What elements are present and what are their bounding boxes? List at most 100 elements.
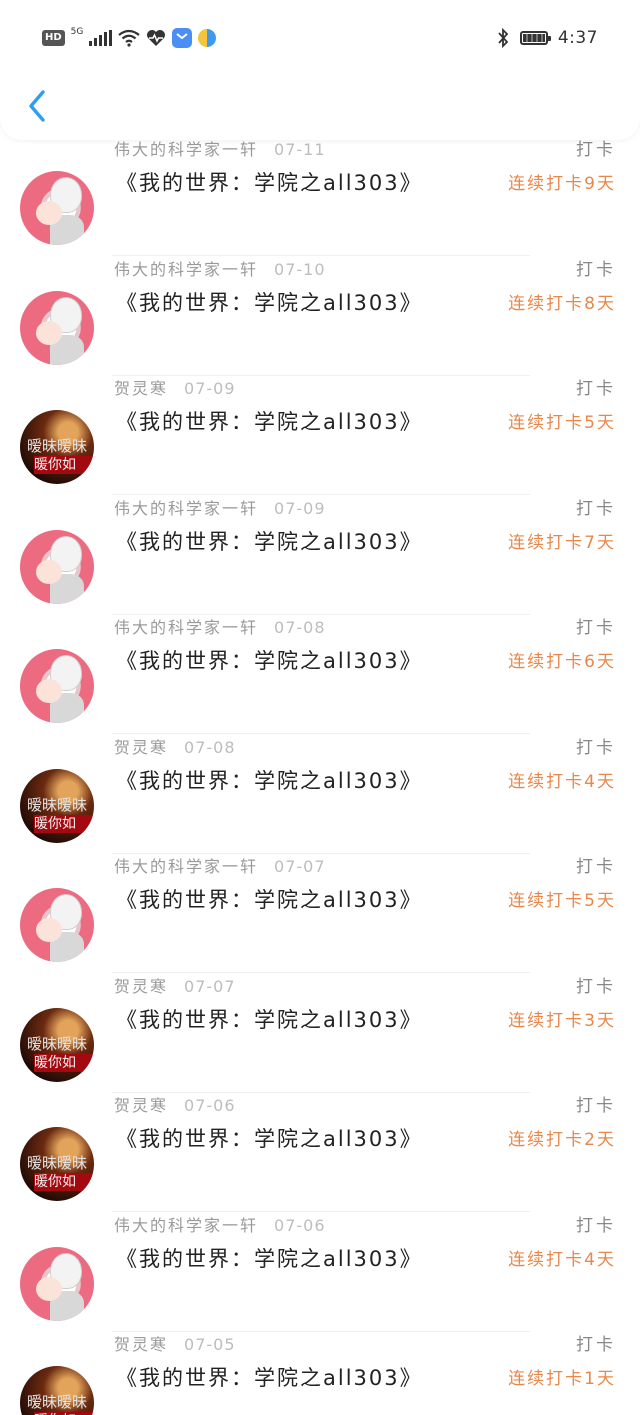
book-title[interactable]: 《我的世界：学院之all303》 xyxy=(116,1363,423,1393)
list-item[interactable]: 暧昧暧昧 暖你如 贺灵寒 07-08 《我的世界：学院之all303》 打卡 连续打卡4天 xyxy=(0,734,640,854)
avatar[interactable] xyxy=(20,291,94,365)
book-title[interactable]: 《我的世界：学院之all303》 xyxy=(116,766,423,796)
avatar[interactable] xyxy=(20,1247,94,1321)
checkin-date: 07-06 xyxy=(274,1216,326,1235)
checkin-list[interactable]: 伟大的科学家一轩 07-11 《我的世界：学院之all303》 打卡 连续打卡9天 伟大的… xyxy=(0,0,640,1415)
checkin-date: 07-06 xyxy=(184,1096,236,1115)
streak-count: 连续打卡9天 xyxy=(508,174,616,194)
user-name[interactable]: 贺灵寒 xyxy=(114,379,168,398)
avatar-figure xyxy=(36,321,62,345)
list-item[interactable]: 暧昧暧昧暖你如 贺灵寒 07-05 《我的世界：学院之all303》 打卡连续打卡1天 xyxy=(0,1331,640,1415)
bluetooth-icon xyxy=(498,28,509,48)
user-meta: 贺灵寒 07-05 xyxy=(114,1331,236,1359)
list-item[interactable]: 伟大的科学家一轩 07-09 《我的世界：学院之all303》 打卡 连续打卡7天 xyxy=(0,495,640,615)
streak-count: 连续打卡5天 xyxy=(508,891,616,911)
user-name[interactable]: 贺灵寒 xyxy=(114,977,168,996)
list-item[interactable]: 伟大的科学家一轩 07-06 《我的世界：学院之all303》 打卡连续打卡4天 xyxy=(0,1212,640,1332)
list-item[interactable]: 伟大的科学家一轩 07-08 《我的世界：学院之all303》 打卡连续打卡6天 xyxy=(0,614,640,734)
avatar-figure xyxy=(36,201,62,225)
checkin-date: 07-11 xyxy=(274,140,326,159)
user-name[interactable]: 伟大的科学家一轩 xyxy=(114,618,258,637)
health-icon xyxy=(147,30,166,46)
user-name[interactable]: 伟大的科学家一轩 xyxy=(114,260,258,279)
avatar-figure xyxy=(36,560,62,584)
status-time: 4:37 xyxy=(557,28,598,48)
avatar-text: 暧昧暧昧 xyxy=(26,437,87,455)
list-item[interactable]: 伟大的科学家一轩 07-07 《我的世界：学院之all303》 打卡连续打卡5天 xyxy=(0,853,640,973)
user-meta: 贺灵寒 07-07 xyxy=(114,973,236,1001)
list-item[interactable]: 暧昧暧昧 暖你如 贺灵寒 07-06 《我的世界：学院之all303》 打卡 连续打卡2天 xyxy=(0,1092,640,1212)
book-title[interactable]: 《我的世界：学院之all303》 xyxy=(116,288,423,318)
battery-icon xyxy=(519,31,551,45)
avatar-figure xyxy=(36,679,62,703)
user-meta: 伟大的科学家一轩 07-08 xyxy=(114,614,326,642)
book-title[interactable]: 《我的世界：学院之all303》 xyxy=(116,407,423,437)
avatar-subtext: 暖你如 xyxy=(34,1173,94,1191)
book-title[interactable]: 《我的世界：学院之all303》 xyxy=(116,1005,423,1035)
user-meta: 贺灵寒 07-06 xyxy=(114,1092,236,1120)
checkin-tag: 打卡 xyxy=(576,379,616,399)
user-name[interactable]: 贺灵寒 xyxy=(114,738,168,757)
checkin-tag: 打卡 xyxy=(576,857,616,877)
book-title[interactable]: 《我的世界：学院之all303》 xyxy=(116,527,423,557)
user-name[interactable]: 伟大的科学家一轩 xyxy=(114,857,258,876)
checkin-tag: 打卡 xyxy=(576,140,616,160)
avatar[interactable] xyxy=(20,171,94,245)
streak-count: 连续打卡4天 xyxy=(508,772,616,792)
streak-count: 连续打卡3天 xyxy=(508,1011,616,1031)
checkin-tag: 打卡 xyxy=(576,738,616,758)
streak-count: 连续打卡7天 xyxy=(508,533,616,553)
list-item[interactable]: 暧昧暧昧 暖你如 贺灵寒 07-07 《我的世界：学院之all303》 打卡 连续打卡3天 xyxy=(0,973,640,1093)
book-title[interactable]: 《我的世界：学院之all303》 xyxy=(116,1124,423,1154)
avatar-subtext: 暖你如 xyxy=(34,456,94,474)
avatar[interactable]: 暧昧暧昧暖你如 xyxy=(20,1008,94,1082)
user-meta: 贺灵寒 07-09 xyxy=(114,375,236,403)
user-meta: 伟大的科学家一轩 07-07 xyxy=(114,853,326,881)
checkin-date: 07-07 xyxy=(184,977,236,996)
avatar-subtext: 暖你如 xyxy=(34,815,94,833)
checkin-tag: 打卡 xyxy=(576,618,616,638)
checkin-date: 07-09 xyxy=(184,379,236,398)
checkin-tag: 打卡 xyxy=(576,1335,616,1355)
list-item[interactable]: 伟大的科学家一轩 07-11 《我的世界：学院之all303》 打卡连续打卡9天 xyxy=(0,136,640,256)
avatar-text: 暧昧暧昧 xyxy=(26,796,87,814)
avatar[interactable] xyxy=(20,530,94,604)
user-name[interactable]: 伟大的科学家一轩 xyxy=(114,1216,258,1235)
book-title[interactable]: 《我的世界：学院之all303》 xyxy=(116,168,423,198)
checkin-date: 07-10 xyxy=(274,260,326,279)
user-meta: 伟大的科学家一轩 07-06 xyxy=(114,1212,326,1240)
user-name[interactable]: 伟大的科学家一轩 xyxy=(114,140,258,159)
avatar[interactable] xyxy=(20,649,94,723)
user-name[interactable]: 贺灵寒 xyxy=(114,1096,168,1115)
streak-count: 连续打卡4天 xyxy=(508,1250,616,1270)
book-title[interactable]: 《我的世界：学院之all303》 xyxy=(116,885,423,915)
avatar[interactable]: 暧昧暧昧暖你如 xyxy=(20,769,94,843)
checkin-tag: 打卡 xyxy=(576,1096,616,1116)
avatar-text: 暧昧暧昧 xyxy=(26,1154,87,1172)
book-title[interactable]: 《我的世界：学院之all303》 xyxy=(116,1244,423,1274)
user-name[interactable]: 贺灵寒 xyxy=(114,1335,168,1354)
user-name[interactable]: 伟大的科学家一轩 xyxy=(114,499,258,518)
back-button[interactable] xyxy=(20,86,54,126)
checkin-tag: 打卡 xyxy=(576,260,616,280)
app-icon xyxy=(198,29,217,47)
checkin-date: 07-05 xyxy=(184,1335,236,1354)
avatar[interactable]: 暧昧暧昧暖你如 xyxy=(20,410,94,484)
hd-badge: HD xyxy=(42,30,65,46)
signal-icon xyxy=(89,30,113,46)
streak-count: 连续打卡6天 xyxy=(508,652,616,672)
avatar[interactable] xyxy=(20,888,94,962)
list-item[interactable]: 伟大的科学家一轩 07-10 《我的世界：学院之all303》 打卡 连续打卡8天 xyxy=(0,256,640,376)
avatar-subtext: 暖你如 xyxy=(34,1054,94,1072)
list-item[interactable]: 暧昧暧昧 暖你如 贺灵寒 07-09 《我的世界：学院之all303》 打卡连续打卡5天 xyxy=(0,375,640,495)
status-bar: HD 5G 4:37 xyxy=(0,0,640,78)
chevron-left-icon xyxy=(29,90,45,122)
top-bar: HD 5G 4:37 xyxy=(0,0,640,140)
avatar[interactable]: 暧昧暧昧暖你如 xyxy=(20,1366,94,1415)
network-type: 5G xyxy=(70,27,84,37)
streak-count: 连续打卡5天 xyxy=(508,413,616,433)
avatar[interactable]: 暧昧暧昧暖你如 xyxy=(20,1127,94,1201)
wifi-icon xyxy=(118,29,141,47)
checkin-tag: 打卡 xyxy=(576,1216,616,1236)
book-title[interactable]: 《我的世界：学院之all303》 xyxy=(116,646,423,676)
